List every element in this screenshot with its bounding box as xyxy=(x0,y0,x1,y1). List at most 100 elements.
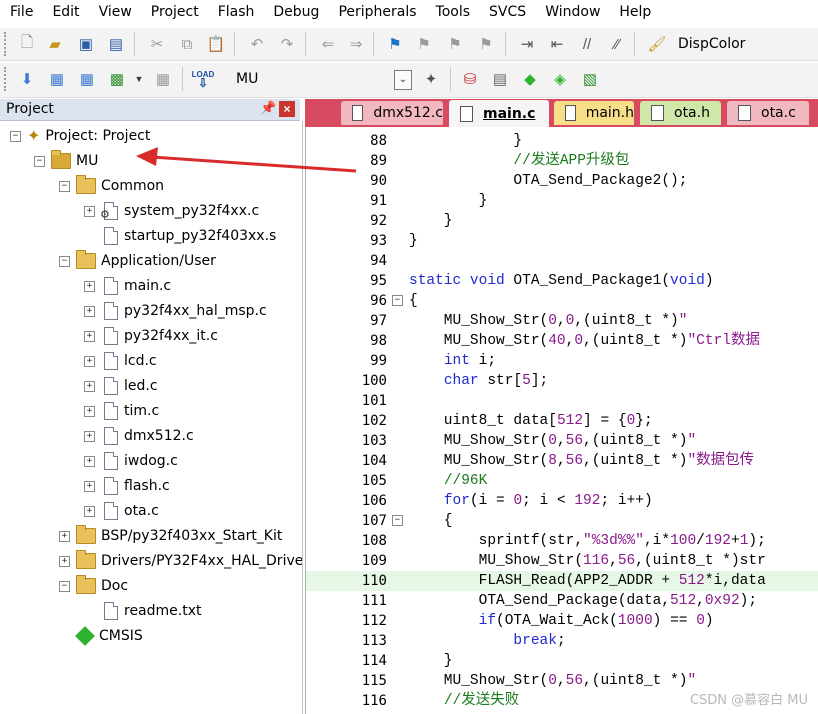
menu-item-file[interactable]: File xyxy=(0,0,42,24)
menu-item-svcs[interactable]: SVCS xyxy=(479,0,535,24)
open-folder-icon[interactable]: ▰ xyxy=(45,34,65,54)
disp-color-icon[interactable]: 🖌 xyxy=(647,34,667,54)
expand-icon[interactable]: + xyxy=(84,330,95,342)
fold-toggle-icon[interactable]: − xyxy=(392,515,403,526)
collapse-icon[interactable]: − xyxy=(59,180,70,192)
menu-item-tools[interactable]: Tools xyxy=(426,0,480,24)
fold-toggle-icon[interactable]: − xyxy=(392,295,403,306)
code-line[interactable]: 113 break; xyxy=(306,631,818,651)
code-line[interactable]: 111 OTA_Send_Package(data,512,0x92); xyxy=(306,591,818,611)
indent-icon[interactable]: ⇥ xyxy=(517,34,537,54)
tree-item[interactable]: − Application/User xyxy=(59,249,216,273)
menu-item-debug[interactable]: Debug xyxy=(263,0,328,24)
toolbar-grip[interactable] xyxy=(4,32,9,56)
code-line[interactable]: 112 if(OTA_Wait_Ack(1000) == 0) xyxy=(306,611,818,631)
code-line[interactable]: 102 uint8_t data[512] = {0}; xyxy=(306,411,818,431)
collapse-icon[interactable]: − xyxy=(10,130,21,142)
new-file-icon[interactable]: 🗋 xyxy=(17,34,37,54)
tree-item[interactable]: − ✦ Project: Project xyxy=(10,124,150,148)
tree-item[interactable]: + dmx512.c xyxy=(84,424,194,448)
expand-icon[interactable]: + xyxy=(84,280,95,292)
code-line[interactable]: 94 xyxy=(306,251,818,271)
tree-item[interactable]: startup_py32f403xx.s xyxy=(84,224,276,248)
chevron-down-icon[interactable]: ▼ xyxy=(129,69,149,89)
nav-forward-icon[interactable]: ⇒ xyxy=(346,34,366,54)
menu-item-help[interactable]: Help xyxy=(609,0,660,24)
menu-item-window[interactable]: Window xyxy=(535,0,609,24)
redo-icon[interactable]: ↷ xyxy=(277,34,297,54)
code-line[interactable]: 99 int i; xyxy=(306,351,818,371)
tree-item[interactable]: + lcd.c xyxy=(84,349,157,373)
menu-item-view[interactable]: View xyxy=(89,0,141,24)
toolbar-grip[interactable] xyxy=(4,67,9,91)
code-line[interactable]: 90 OTA_Send_Package2(); xyxy=(306,171,818,191)
code-line[interactable]: 96−{ xyxy=(306,291,818,311)
expand-icon[interactable]: + xyxy=(84,380,95,392)
tree-item[interactable]: + ⚙ system_py32f4xx.c xyxy=(84,199,259,223)
code-line[interactable]: 104 MU_Show_Str(8,56,(uint8_t *)"数据包传 xyxy=(306,451,818,471)
code-line[interactable]: 107− { xyxy=(306,511,818,531)
expand-icon[interactable]: + xyxy=(59,555,70,567)
tree-item[interactable]: + ota.c xyxy=(84,499,159,523)
code-line[interactable]: 114 } xyxy=(306,651,818,671)
pack-installer-icon[interactable]: ◈ xyxy=(550,69,570,89)
stop-build-icon[interactable]: ▦ xyxy=(153,69,173,89)
tab-main-c[interactable]: main.c xyxy=(449,100,549,127)
paste-icon[interactable]: 📋 xyxy=(206,34,226,54)
prev-bookmark-icon[interactable]: ⚑ xyxy=(414,34,434,54)
code-line[interactable]: 95 static void OTA_Send_Package1(void) xyxy=(306,271,818,291)
tree-item[interactable]: CMSIS xyxy=(59,624,143,648)
file-extensions-icon[interactable]: ⛁ xyxy=(460,69,480,89)
save-all-icon[interactable]: ▤ xyxy=(106,34,126,54)
undo-icon[interactable]: ↶ xyxy=(247,34,267,54)
menu-item-peripherals[interactable]: Peripherals xyxy=(328,0,425,24)
copy-icon[interactable]: ⧉ xyxy=(177,34,197,54)
rebuild-icon[interactable]: ▦ xyxy=(77,69,97,89)
tree-item[interactable]: + main.c xyxy=(84,274,171,298)
code-line[interactable]: 93} xyxy=(306,231,818,251)
build-icon[interactable]: ▦ xyxy=(47,69,67,89)
next-bookmark-icon[interactable]: ⚑ xyxy=(445,34,465,54)
code-line[interactable]: 89 //发送APP升级包 xyxy=(306,151,818,171)
bookmark-icon[interactable]: ⚑ xyxy=(385,34,405,54)
code-line[interactable]: 91 } xyxy=(306,191,818,211)
code-line[interactable]: 103 MU_Show_Str(0,56,(uint8_t *)" xyxy=(306,431,818,451)
code-line[interactable]: 108 sprintf(str,"%3d%%",i*100/192+1); xyxy=(306,531,818,551)
tree-item[interactable]: + py32f4xx_hal_msp.c xyxy=(84,299,267,323)
code-line[interactable]: 98 MU_Show_Str(40,0,(uint8_t *)"Ctrl数据 xyxy=(306,331,818,351)
expand-icon[interactable]: + xyxy=(84,430,95,442)
manage-components-icon[interactable]: ▤ xyxy=(490,69,510,89)
tab-ota-c[interactable]: ota.c xyxy=(727,101,809,125)
expand-icon[interactable]: + xyxy=(84,505,95,517)
save-icon[interactable]: ▣ xyxy=(76,34,96,54)
tree-item[interactable]: + flash.c xyxy=(84,474,170,498)
code-line[interactable]: 105 //96K xyxy=(306,471,818,491)
code-line[interactable]: 92 } xyxy=(306,211,818,231)
tree-item[interactable]: − Doc xyxy=(59,574,128,598)
code-line[interactable]: 109 MU_Show_Str(116,56,(uint8_t *)str xyxy=(306,551,818,571)
expand-icon[interactable]: + xyxy=(84,205,95,217)
code-line[interactable]: 100 char str[5]; xyxy=(306,371,818,391)
disp-color-label[interactable]: DispColor xyxy=(678,36,745,52)
batch-build-icon[interactable]: ▩ xyxy=(107,69,127,89)
tree-item[interactable]: + py32f4xx_it.c xyxy=(84,324,218,348)
uncomment-icon[interactable]: ⁄⁄ xyxy=(607,34,627,54)
tree-item[interactable]: readme.txt xyxy=(84,599,202,623)
expand-icon[interactable]: + xyxy=(84,305,95,317)
menu-item-flash[interactable]: Flash xyxy=(208,0,264,24)
target-select[interactable]: MU ⌄ xyxy=(228,68,412,92)
code-line[interactable]: 115 MU_Show_Str(0,56,(uint8_t *)" xyxy=(306,671,818,691)
rte-icon[interactable]: ◆ xyxy=(520,69,540,89)
code-line[interactable]: 106 for(i = 0; i < 192; i++) xyxy=(306,491,818,511)
expand-icon[interactable]: + xyxy=(84,455,95,467)
tab-ota-h[interactable]: ota.h xyxy=(640,101,721,125)
code-line[interactable]: 110 FLASH_Read(APP2_ADDR + 512*i,data xyxy=(306,571,818,591)
tree-item[interactable]: − MU xyxy=(34,149,98,173)
expand-icon[interactable]: + xyxy=(84,405,95,417)
comment-icon[interactable]: // xyxy=(577,34,597,54)
code-editor[interactable]: 88 } 89 //发送APP升级包 90 OTA_Send_Package2();… xyxy=(305,127,818,714)
clear-bookmarks-icon[interactable]: ⚑ xyxy=(476,34,496,54)
cut-icon[interactable]: ✂ xyxy=(147,34,167,54)
code-line[interactable]: 88 } xyxy=(306,131,818,151)
tab-main-h[interactable]: main.h xyxy=(554,101,634,125)
